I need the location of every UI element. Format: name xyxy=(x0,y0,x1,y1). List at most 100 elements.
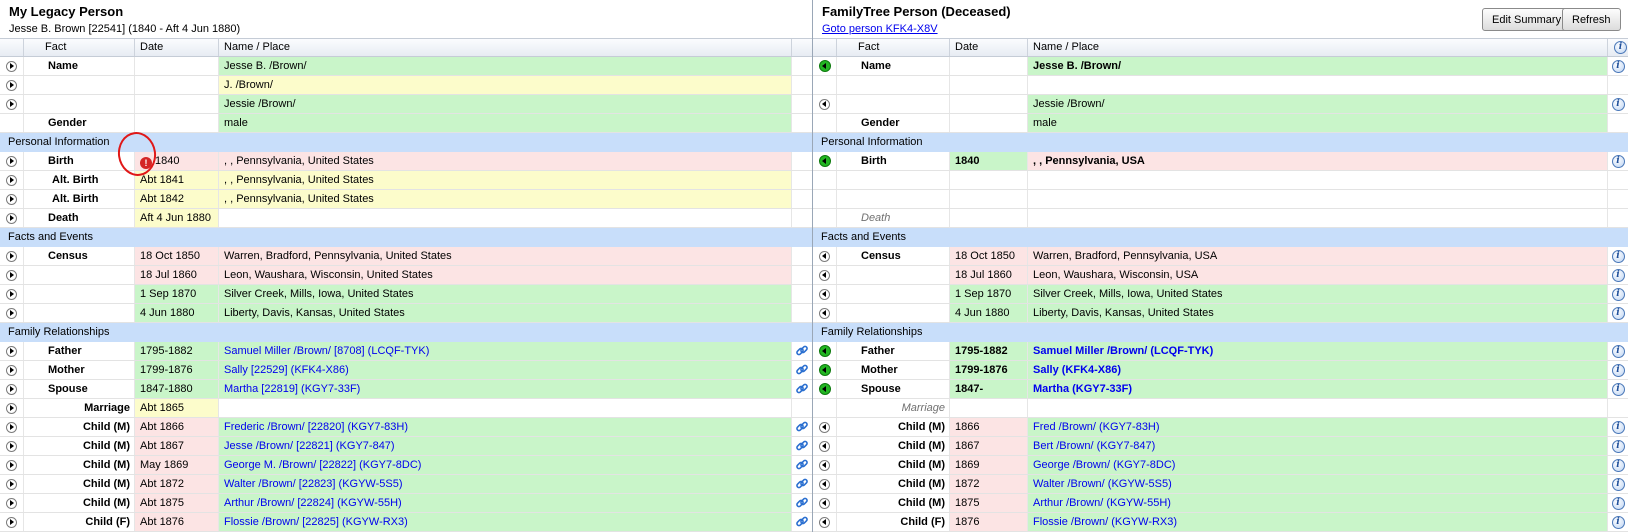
edit-summary-button[interactable]: Edit Summary xyxy=(1482,8,1572,31)
row-toggle-cell[interactable] xyxy=(813,152,837,170)
row-toggle-cell[interactable] xyxy=(813,418,837,436)
row-toggle-cell[interactable] xyxy=(0,380,24,398)
row-toggle-cell[interactable] xyxy=(0,266,24,284)
info-icon[interactable]: i xyxy=(1611,154,1625,168)
row-action-cell[interactable]: i xyxy=(1608,57,1628,75)
person-link[interactable]: Samuel Miller /Brown/ [8708] (LCQF-TYK) xyxy=(219,342,792,360)
row-action-cell[interactable]: i xyxy=(1608,513,1628,531)
person-link[interactable]: Arthur /Brown/ (KGYW-55H) xyxy=(1028,494,1608,512)
fact-row[interactable]: Jessie /Brown/i xyxy=(813,95,1628,114)
info-icon[interactable]: i xyxy=(1611,249,1625,263)
row-toggle-cell[interactable] xyxy=(0,285,24,303)
person-link[interactable]: Sally [22529] (KFK4-X86) xyxy=(219,361,792,379)
collapse-left-icon[interactable] xyxy=(819,307,830,319)
fact-row[interactable]: Death xyxy=(813,209,1628,228)
row-toggle-cell[interactable] xyxy=(813,380,837,398)
fact-row[interactable]: Mother 1799-1876 Sally [22529] (KFK4-X86) xyxy=(0,361,812,380)
row-toggle-cell[interactable] xyxy=(813,342,837,360)
info-icon[interactable]: i xyxy=(1611,382,1625,396)
person-link[interactable]: Jesse /Brown/ [22821] (KGY7-847) xyxy=(219,437,792,455)
fact-row[interactable]: Spouse 1847- Martha (KGY7-33F) i xyxy=(813,380,1628,399)
refresh-button[interactable]: Refresh xyxy=(1562,8,1621,31)
row-action-cell[interactable]: i xyxy=(1608,285,1628,303)
row-action-cell[interactable]: i xyxy=(1608,95,1628,113)
expand-arrow-icon[interactable] xyxy=(6,193,17,205)
fact-row[interactable]: Birth 1840, , Pennsylvania, USA i xyxy=(813,152,1628,171)
goto-person-link[interactable]: Goto person KFK4-X8V xyxy=(822,23,938,35)
fact-row[interactable]: Census 18 Oct 1850 Warren, Bradford, Penns… xyxy=(0,247,812,266)
row-action-cell[interactable]: i xyxy=(1608,494,1628,512)
row-toggle-cell[interactable] xyxy=(813,95,837,113)
expand-arrow-icon[interactable] xyxy=(6,497,17,509)
fact-row[interactable]: Child (M) 1872 Walter /Brown/ (KGYW-5S5) i xyxy=(813,475,1628,494)
row-toggle-cell[interactable] xyxy=(0,209,24,227)
date-column-header[interactable]: Date xyxy=(950,39,1028,56)
row-toggle-cell[interactable] xyxy=(0,57,24,75)
info-icon[interactable]: i xyxy=(1611,306,1625,320)
fact-row[interactable]: Gender male xyxy=(0,114,812,133)
expand-arrow-icon[interactable] xyxy=(6,383,17,395)
row-toggle-cell[interactable] xyxy=(813,513,837,531)
row-action-cell[interactable]: i xyxy=(1608,247,1628,265)
fact-row[interactable]: Father 1795-1882 Samuel Miller /Brown/ (LC… xyxy=(813,342,1628,361)
info-icon[interactable]: i xyxy=(1611,363,1625,377)
row-action-cell[interactable] xyxy=(792,437,812,455)
chain-link-icon[interactable] xyxy=(795,420,809,434)
row-toggle-cell[interactable] xyxy=(813,247,837,265)
row-toggle-cell[interactable] xyxy=(0,456,24,474)
row-action-cell[interactable]: i xyxy=(1608,380,1628,398)
expand-arrow-icon[interactable] xyxy=(6,60,17,72)
row-action-cell[interactable]: i xyxy=(1608,418,1628,436)
fact-row[interactable]: 4 Jun 1880 Liberty, Davis, Kansas, United… xyxy=(813,304,1628,323)
row-toggle-cell[interactable] xyxy=(0,437,24,455)
row-action-cell[interactable] xyxy=(792,418,812,436)
row-toggle-cell[interactable] xyxy=(0,399,24,417)
fact-row[interactable]: 1 Sep 1870 Silver Creek, Mills, Iowa, Uni… xyxy=(0,285,812,304)
fact-row[interactable]: Death Aft 4 Jun 1880 xyxy=(0,209,812,228)
row-toggle-cell[interactable] xyxy=(0,342,24,360)
row-toggle-cell[interactable] xyxy=(813,494,837,512)
row-action-cell[interactable]: i xyxy=(1608,152,1628,170)
expand-arrow-icon[interactable] xyxy=(6,307,17,319)
fact-row[interactable]: 18 Jul 1860 Leon, Waushara, Wisconsin, US… xyxy=(813,266,1628,285)
row-toggle-cell[interactable] xyxy=(813,266,837,284)
info-icon[interactable]: i xyxy=(1611,477,1625,491)
expand-arrow-icon[interactable] xyxy=(6,288,17,300)
row-toggle-cell[interactable] xyxy=(0,304,24,322)
row-toggle-cell[interactable] xyxy=(0,418,24,436)
fact-column-header[interactable]: Fact xyxy=(24,39,135,56)
fact-row[interactable]: Child (M) 1869 George /Brown/ (KGY7-8DC) i xyxy=(813,456,1628,475)
expand-arrow-icon[interactable] xyxy=(6,478,17,490)
fact-row[interactable] xyxy=(813,76,1628,95)
chain-link-icon[interactable] xyxy=(795,382,809,396)
fact-row[interactable]: Name Jesse B. /Brown/ xyxy=(0,57,812,76)
collapse-left-icon[interactable] xyxy=(819,250,830,262)
green-left-arrow-icon[interactable] xyxy=(818,155,831,167)
person-link[interactable]: Arthur /Brown/ [22824] (KGYW-55H) xyxy=(219,494,792,512)
fact-row[interactable]: Alt. Birth Abt 1842, , Pennsylvania, Unit… xyxy=(0,190,812,209)
chain-link-icon[interactable] xyxy=(795,515,809,529)
expand-arrow-icon[interactable] xyxy=(6,269,17,281)
expand-arrow-icon[interactable] xyxy=(6,459,17,471)
row-toggle-cell[interactable] xyxy=(0,494,24,512)
fact-row[interactable]: 4 Jun 1880 Liberty, Davis, Kansas, United… xyxy=(0,304,812,323)
fact-row[interactable] xyxy=(813,190,1628,209)
fact-row[interactable]: Child (F) Abt 1876 Flossie /Brown/ [22825]… xyxy=(0,513,812,532)
collapse-left-icon[interactable] xyxy=(819,98,830,110)
row-toggle-cell[interactable] xyxy=(0,76,24,94)
person-link[interactable]: Martha [22819] (KGY7-33F) xyxy=(219,380,792,398)
name-place-column-header[interactable]: Name / Place xyxy=(1028,39,1608,56)
fact-row[interactable]: Child (M) 1867 Bert /Brown/ (KGY7-847) i xyxy=(813,437,1628,456)
person-link[interactable]: Sally (KFK4-X86) xyxy=(1028,361,1608,379)
row-toggle-cell[interactable] xyxy=(813,285,837,303)
expand-arrow-icon[interactable] xyxy=(6,98,17,110)
row-toggle-cell[interactable] xyxy=(0,171,24,189)
row-action-cell[interactable]: i xyxy=(1608,266,1628,284)
row-toggle-cell[interactable] xyxy=(0,190,24,208)
expand-arrow-icon[interactable] xyxy=(6,345,17,357)
name-place-column-header[interactable]: Name / Place xyxy=(219,39,792,56)
person-link[interactable]: George /Brown/ (KGY7-8DC) xyxy=(1028,456,1608,474)
fact-row[interactable]: Child (M) Abt 1872 Walter /Brown/ [22823] … xyxy=(0,475,812,494)
fact-row[interactable]: 1 Sep 1870 Silver Creek, Mills, Iowa, Uni… xyxy=(813,285,1628,304)
fact-row[interactable]: Gender male xyxy=(813,114,1628,133)
